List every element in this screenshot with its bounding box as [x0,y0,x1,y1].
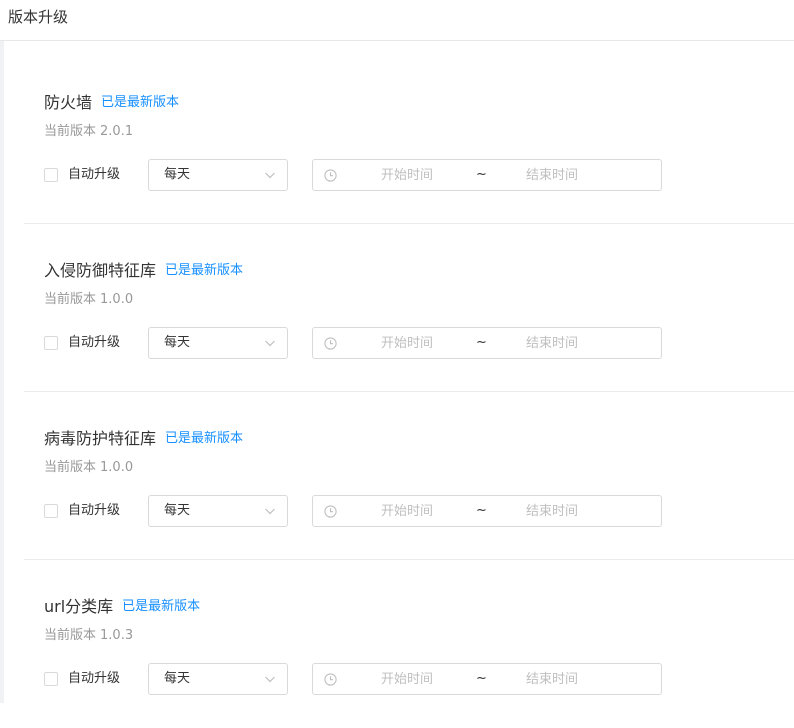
upgrade-controls: 自动升级 每天 开始时间 ~ 结束时间 [44,327,684,359]
chevron-down-icon [265,508,275,515]
current-version: 当前版本 1.0.0 [44,459,133,477]
end-time-input[interactable]: 结束时间 [526,167,578,185]
upgrade-section-antivirus: 病毒防护特征库 已是最新版本 当前版本 1.0.0 自动升级 每天 开始时间 ~ … [24,392,794,560]
frequency-select[interactable]: 每天 [148,327,288,359]
chevron-down-icon [265,172,275,179]
frequency-value: 每天 [164,335,191,350]
upgrade-section-ips: 入侵防御特征库 已是最新版本 当前版本 1.0.0 自动升级 每天 开始时间 ~ … [24,224,794,392]
time-range-picker[interactable]: 开始时间 ~ 结束时间 [312,663,662,695]
chevron-down-icon [265,676,275,683]
status-badge: 已是最新版本 [165,263,244,278]
time-range-picker[interactable]: 开始时间 ~ 结束时间 [312,495,662,527]
left-rail [0,41,4,703]
start-time-input[interactable]: 开始时间 [381,167,433,185]
section-title: 防火墙 [44,93,93,112]
auto-upgrade-checkbox[interactable] [44,672,58,686]
auto-upgrade-checkbox[interactable] [44,504,58,518]
range-separator: ~ [476,335,487,350]
version-label: 当前版本 [44,292,97,307]
page-title: 版本升级 [8,8,69,26]
section-title-row: url分类库 已是最新版本 [44,596,200,618]
version-number: 1.0.0 [100,460,134,475]
version-number: 1.0.3 [100,628,134,643]
current-version: 当前版本 1.0.3 [44,627,133,645]
upgrade-section-firewall: 防火墙 已是最新版本 当前版本 2.0.1 自动升级 每天 开始时间 ~ 结束时间 [24,56,794,224]
clock-icon [324,169,337,182]
start-time-input[interactable]: 开始时间 [381,503,433,521]
frequency-select[interactable]: 每天 [148,495,288,527]
chevron-down-icon [265,340,275,347]
frequency-value: 每天 [164,671,191,686]
section-title-row: 入侵防御特征库 已是最新版本 [44,260,243,282]
frequency-value: 每天 [164,167,191,182]
current-version: 当前版本 1.0.0 [44,291,133,309]
end-time-input[interactable]: 结束时间 [526,671,578,689]
upgrade-controls: 自动升级 每天 开始时间 ~ 结束时间 [44,663,684,695]
section-title: url分类库 [44,597,114,616]
frequency-select[interactable]: 每天 [148,159,288,191]
section-title-row: 防火墙 已是最新版本 [44,92,179,114]
page-header: 版本升级 [0,0,794,41]
current-version: 当前版本 2.0.1 [44,123,133,141]
frequency-value: 每天 [164,503,191,518]
status-badge: 已是最新版本 [101,95,180,110]
upgrade-controls: 自动升级 每天 开始时间 ~ 结束时间 [44,495,684,527]
section-title-row: 病毒防护特征库 已是最新版本 [44,428,243,450]
frequency-select[interactable]: 每天 [148,663,288,695]
start-time-input[interactable]: 开始时间 [381,671,433,689]
range-separator: ~ [476,503,487,518]
time-range-picker[interactable]: 开始时间 ~ 结束时间 [312,159,662,191]
version-number: 1.0.0 [100,292,134,307]
time-range-picker[interactable]: 开始时间 ~ 结束时间 [312,327,662,359]
section-title: 入侵防御特征库 [44,261,157,280]
auto-upgrade-checkbox[interactable] [44,336,58,350]
range-separator: ~ [476,671,487,686]
upgrade-controls: 自动升级 每天 开始时间 ~ 结束时间 [44,159,684,191]
auto-upgrade-label[interactable]: 自动升级 [68,670,120,688]
status-badge: 已是最新版本 [165,431,244,446]
auto-upgrade-checkbox[interactable] [44,168,58,182]
range-separator: ~ [476,167,487,182]
status-badge: 已是最新版本 [122,599,201,614]
version-label: 当前版本 [44,628,97,643]
end-time-input[interactable]: 结束时间 [526,503,578,521]
auto-upgrade-label[interactable]: 自动升级 [68,166,120,184]
section-title: 病毒防护特征库 [44,429,157,448]
clock-icon [324,505,337,518]
version-number: 2.0.1 [100,124,134,139]
clock-icon [324,337,337,350]
end-time-input[interactable]: 结束时间 [526,335,578,353]
clock-icon [324,673,337,686]
version-label: 当前版本 [44,124,97,139]
auto-upgrade-label[interactable]: 自动升级 [68,502,120,520]
start-time-input[interactable]: 开始时间 [381,335,433,353]
auto-upgrade-label[interactable]: 自动升级 [68,334,120,352]
version-label: 当前版本 [44,460,97,475]
